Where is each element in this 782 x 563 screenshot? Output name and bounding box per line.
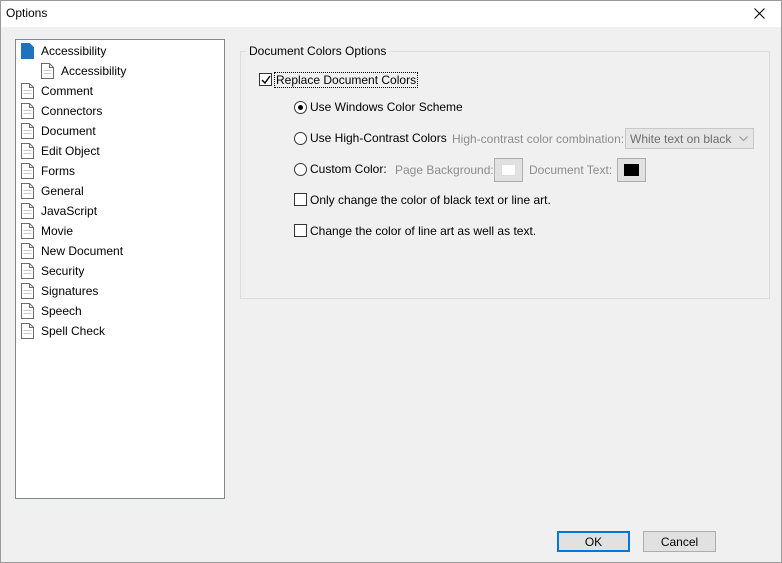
title-bar: Options — [0, 0, 782, 27]
page-background-color-button[interactable] — [494, 158, 523, 182]
tree-item[interactable]: Speech — [21, 302, 84, 320]
page-background-label: Page Background: — [395, 163, 494, 177]
tree-item[interactable]: New Document — [21, 242, 125, 260]
tree-item[interactable]: Movie — [21, 222, 75, 240]
replace-colors-label[interactable]: Replace Document Colors — [273, 72, 419, 88]
tree-item-label: General — [41, 184, 84, 198]
tree-item[interactable]: Spell Check — [21, 322, 107, 340]
tree-item[interactable]: Signatures — [21, 282, 100, 300]
radio-windows-label[interactable]: Use Windows Color Scheme — [310, 100, 463, 114]
tree-item-label: Movie — [41, 224, 74, 238]
page-icon — [21, 283, 34, 299]
tree-item-label: Forms — [41, 164, 75, 178]
tree-item[interactable]: Connectors — [21, 102, 104, 120]
tree-item-label: JavaScript — [41, 204, 98, 218]
ok-button[interactable]: OK — [557, 531, 630, 552]
page-icon — [21, 323, 34, 339]
tree-item[interactable]: Accessibility — [21, 42, 108, 60]
page-icon — [21, 103, 34, 119]
tree-item-label: Signatures — [41, 284, 99, 298]
window-title: Options — [6, 6, 48, 20]
page-icon — [21, 123, 34, 139]
close-button[interactable] — [736, 0, 782, 27]
document-text-label: Document Text: — [529, 163, 613, 177]
page-icon — [21, 203, 34, 219]
tree-item[interactable]: Security — [21, 262, 86, 280]
tree-item[interactable]: JavaScript — [21, 202, 99, 220]
page-icon — [21, 223, 34, 239]
tree-item-label: Spell Check — [41, 324, 106, 338]
tree-item-label: Connectors — [41, 104, 103, 118]
document-text-color-button[interactable] — [617, 158, 646, 182]
close-icon — [753, 8, 765, 19]
radio-high-contrast[interactable] — [294, 132, 307, 145]
chevron-down-icon — [739, 136, 748, 142]
page-icon — [21, 143, 34, 159]
cancel-button[interactable]: Cancel — [643, 531, 716, 552]
only-black-text-checkbox[interactable] — [294, 193, 307, 206]
group-title: Document Colors Options — [246, 44, 390, 58]
radio-dot — [298, 105, 303, 110]
page-icon — [21, 183, 34, 199]
tree-item[interactable]: Edit Object — [21, 142, 102, 160]
line-art-checkbox[interactable] — [294, 224, 307, 237]
tree-item-label: Speech — [41, 304, 82, 318]
tree-item-label: Security — [41, 264, 85, 278]
page-icon — [21, 263, 34, 279]
tree-item-label: Accessibility — [41, 44, 107, 58]
cancel-button-label: Cancel — [660, 534, 699, 549]
radio-custom-color[interactable] — [294, 163, 307, 176]
tree-item-label: Document — [41, 124, 96, 138]
replace-colors-checkbox[interactable] — [259, 73, 272, 86]
tree-item[interactable]: Document — [21, 122, 98, 140]
tree-item[interactable]: Comment — [21, 82, 95, 100]
tree-item-label: Edit Object — [41, 144, 100, 158]
page-icon — [21, 43, 34, 59]
page-icon — [21, 163, 34, 179]
only-black-text-label[interactable]: Only change the color of black text or l… — [310, 193, 551, 207]
page-icon — [21, 303, 34, 319]
high-contrast-select[interactable]: White text on black — [625, 128, 754, 149]
document-text-swatch — [624, 164, 639, 176]
tree-item[interactable]: General — [21, 182, 86, 200]
radio-windows-color-scheme[interactable] — [294, 101, 307, 114]
radio-custom-label[interactable]: Custom Color: — [310, 162, 387, 176]
high-contrast-combination-label: High-contrast color combination: — [452, 132, 625, 146]
page-background-swatch — [501, 164, 516, 176]
tree-item-label: Comment — [41, 84, 94, 98]
tree-item-label: New Document — [41, 244, 124, 258]
line-art-label[interactable]: Change the color of line art as well as … — [310, 224, 536, 238]
checkmark-icon — [261, 75, 271, 85]
tree-item[interactable]: Accessibility — [41, 62, 128, 80]
radio-high-contrast-label[interactable]: Use High-Contrast Colors — [310, 131, 447, 145]
page-icon — [21, 83, 34, 99]
category-tree[interactable]: Accessibility Accessibility Comment Connect… — [15, 39, 225, 499]
tree-item-label: Accessibility — [61, 64, 127, 78]
page-icon — [21, 243, 34, 259]
tree-item[interactable]: Forms — [21, 162, 77, 180]
page-icon — [41, 63, 54, 79]
high-contrast-select-value: White text on black — [630, 132, 732, 146]
ok-button-label: OK — [584, 534, 603, 549]
